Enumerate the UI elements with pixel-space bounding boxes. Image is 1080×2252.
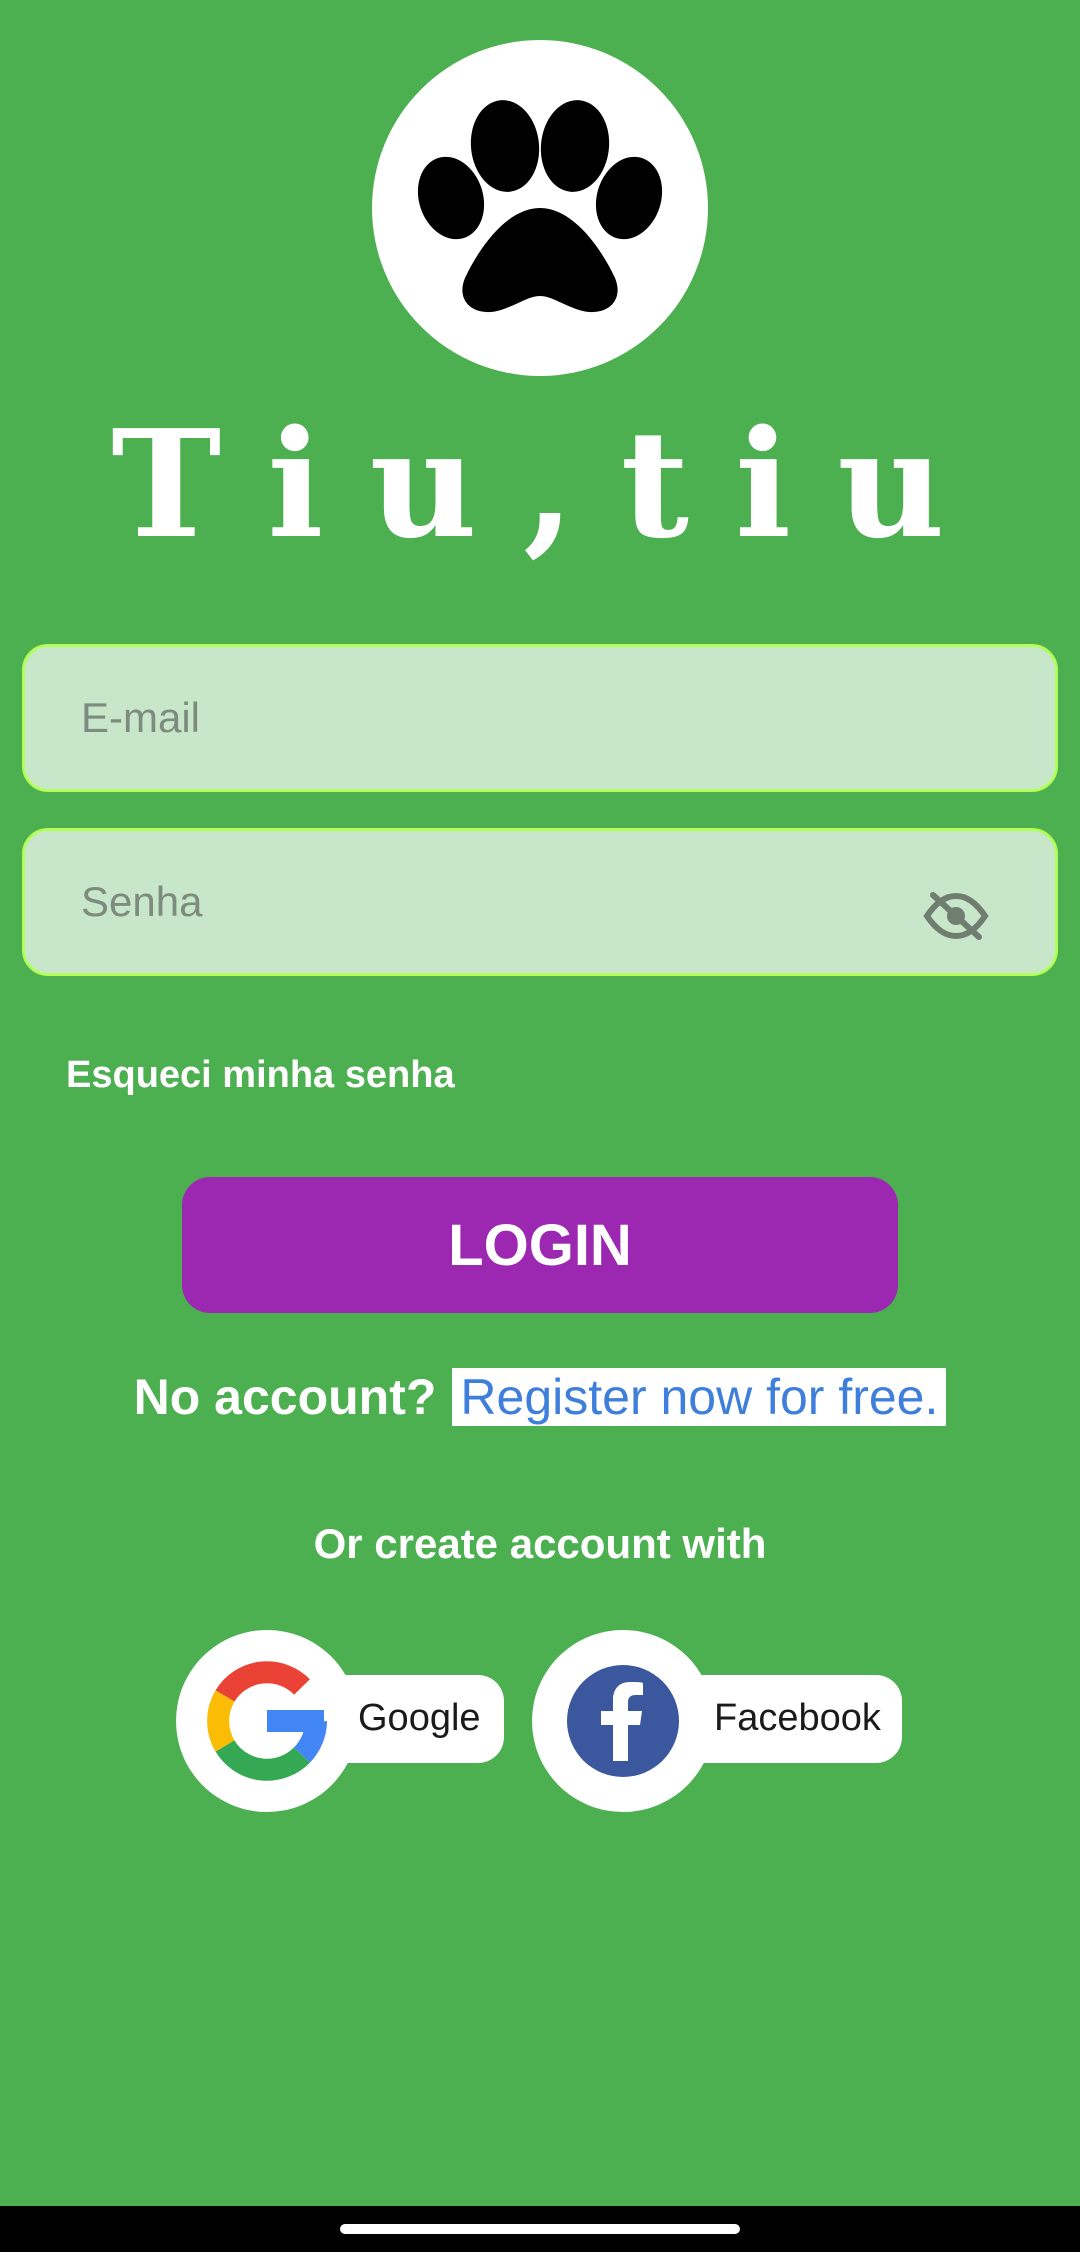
app-logo: [372, 40, 708, 376]
google-icon-circle: [176, 1630, 358, 1812]
login-button[interactable]: LOGIN: [182, 1177, 898, 1313]
login-screen: Tiu,tiu Esqueci minha senha LOGIN No acc…: [0, 0, 1080, 2252]
home-indicator[interactable]: [340, 2224, 740, 2234]
google-label: Google: [358, 1697, 481, 1739]
password-input[interactable]: [25, 831, 1055, 973]
facebook-icon: [567, 1665, 679, 1777]
email-field-container: [22, 644, 1058, 792]
google-login-button[interactable]: Google: [176, 1630, 504, 1812]
register-row: No account? Register now for free.: [0, 1366, 1080, 1428]
google-icon: [207, 1661, 327, 1781]
facebook-login-button[interactable]: Facebook: [532, 1630, 902, 1812]
forgot-password-link[interactable]: Esqueci minha senha: [66, 1054, 455, 1097]
email-input[interactable]: [25, 647, 1055, 789]
app-title: Tiu,tiu: [111, 397, 991, 571]
eye-off-icon: [923, 892, 989, 940]
password-field-container: [22, 828, 1058, 976]
paw-icon: [417, 100, 663, 313]
facebook-icon-circle: [532, 1630, 714, 1812]
register-link[interactable]: Register now for free.: [452, 1368, 947, 1426]
no-account-text: No account?: [133, 1369, 437, 1425]
facebook-label: Facebook: [714, 1697, 881, 1739]
password-visibility-toggle[interactable]: [923, 891, 989, 941]
social-heading: Or create account with: [313, 1520, 767, 1567]
